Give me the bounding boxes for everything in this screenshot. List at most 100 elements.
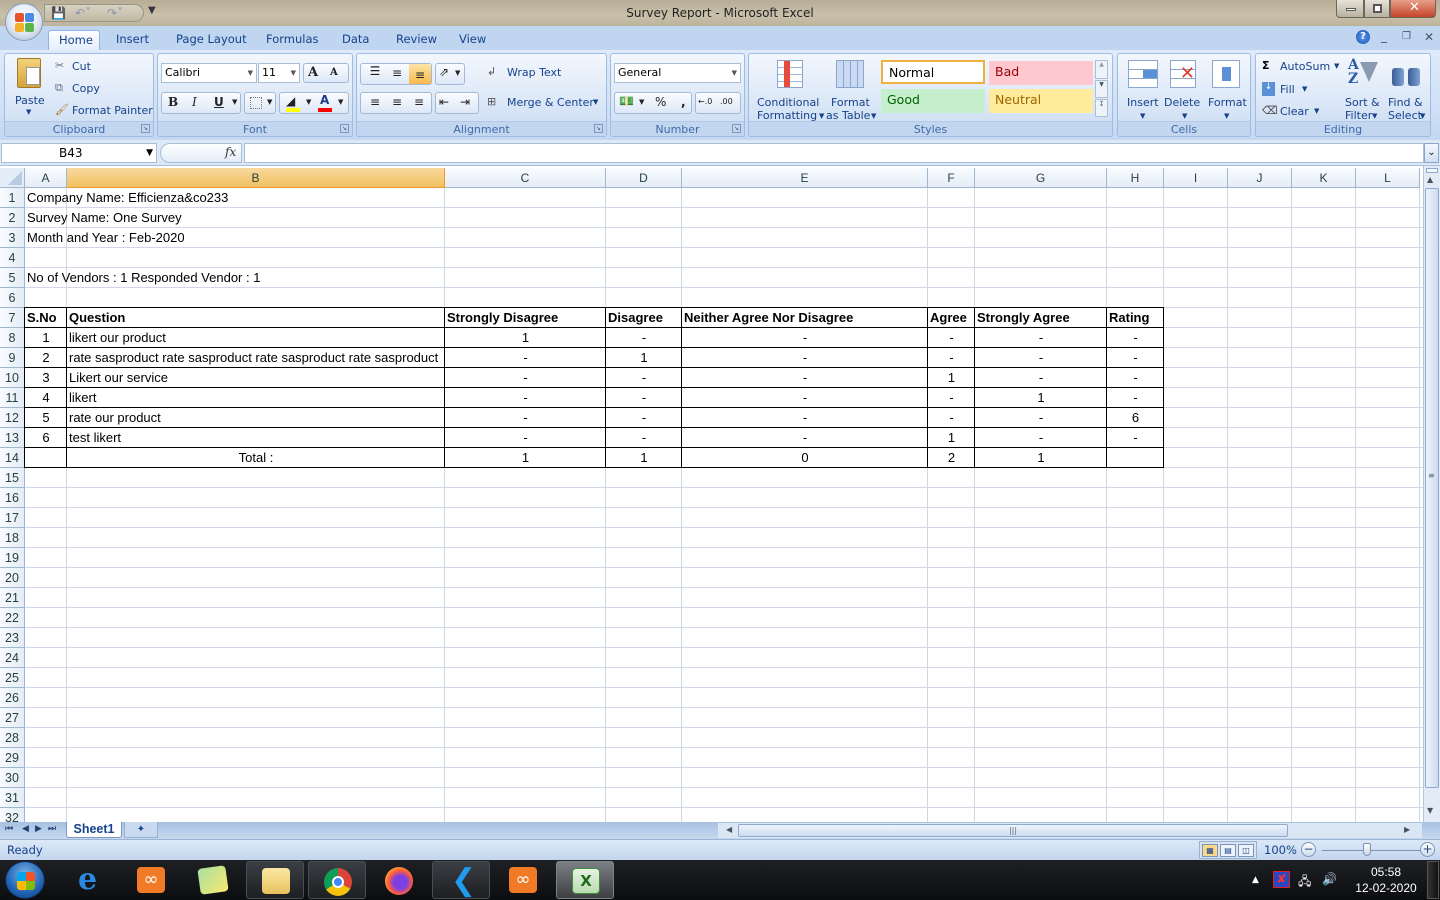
italic-button[interactable]: I xyxy=(192,95,197,109)
format-as-table-button[interactable]: Format as Table ▼ xyxy=(825,58,879,122)
font-launcher-icon[interactable]: ↘ xyxy=(340,124,349,133)
split-handle[interactable] xyxy=(1426,168,1438,173)
insert-function-button[interactable]: fx xyxy=(225,145,236,159)
taskbar-xampp[interactable]: ∞ xyxy=(122,861,180,899)
row-header-11[interactable]: 11 xyxy=(0,388,25,408)
customize-icon[interactable]: ▼ xyxy=(148,5,156,16)
table-cell[interactable]: 1 xyxy=(928,428,975,448)
number-format-select[interactable]: General ▼ xyxy=(614,63,741,83)
increase-indent-button[interactable]: ⇥ xyxy=(460,95,470,109)
cell-vendors[interactable]: No of Vendors : 1 Responded Vendor : 1 xyxy=(25,268,928,288)
start-button[interactable] xyxy=(5,861,45,899)
table-header-cell[interactable]: Strongly Disagree xyxy=(445,308,606,328)
table-cell[interactable]: - xyxy=(606,328,682,348)
column-header-b[interactable]: B xyxy=(67,168,445,188)
row-header-18[interactable]: 18 xyxy=(0,528,25,548)
table-cell[interactable]: - xyxy=(682,408,928,428)
zoom-slider[interactable] xyxy=(1363,843,1371,856)
clipboard-launcher-icon[interactable]: ↘ xyxy=(141,124,150,133)
total-cell[interactable]: 1 xyxy=(445,448,606,468)
table-cell[interactable]: 6 xyxy=(1107,408,1164,428)
table-cell[interactable]: 3 xyxy=(25,368,67,388)
spreadsheet-grid[interactable]: ABCDEFGHIJKL 1 2 3 4 5 6 7 8 9 10 11 12 13 14 15 16 17 18… xyxy=(0,168,1423,822)
cell-company-name[interactable]: Company Name: Efficienza&co233 xyxy=(25,188,928,208)
row-header-31[interactable]: 31 xyxy=(0,788,25,808)
decrease-indent-button[interactable]: ⇤ xyxy=(439,95,449,109)
insert-sheet-icon[interactable]: ✦ xyxy=(124,822,158,838)
question-cell[interactable]: rate our product xyxy=(67,408,445,428)
prev-sheet-icon[interactable]: ◀ xyxy=(22,824,29,834)
row-header-14[interactable]: 14 xyxy=(0,448,25,468)
row-header-12[interactable]: 12 xyxy=(0,408,25,428)
shrink-font-button[interactable]: A xyxy=(330,67,338,78)
table-cell[interactable]: - xyxy=(445,388,606,408)
taskbar-firefox[interactable] xyxy=(370,861,428,899)
row-header-23[interactable]: 23 xyxy=(0,628,25,648)
column-header-i[interactable]: I xyxy=(1164,168,1228,188)
table-header-cell[interactable]: Agree xyxy=(928,308,975,328)
tab-data[interactable]: Data xyxy=(332,30,379,50)
vertical-scrollbar[interactable]: ▲ ≡ ▼ xyxy=(1423,166,1440,822)
total-cell[interactable]: 2 xyxy=(928,448,975,468)
bold-button[interactable]: B xyxy=(168,95,178,109)
select-all-button[interactable] xyxy=(0,168,25,188)
chevron-down-icon[interactable]: ▼ xyxy=(306,98,311,106)
table-cell[interactable]: - xyxy=(682,368,928,388)
table-cell[interactable]: - xyxy=(445,428,606,448)
zoom-track[interactable] xyxy=(1322,850,1422,851)
column-header-e[interactable]: E xyxy=(682,168,928,188)
row-header-13[interactable]: 13 xyxy=(0,428,25,448)
vertical-scroll-thumb[interactable] xyxy=(1425,188,1439,788)
table-cell[interactable]: - xyxy=(928,408,975,428)
horizontal-scroll-thumb[interactable]: ||| xyxy=(738,824,1288,837)
row-header-3[interactable]: 3 xyxy=(0,228,25,248)
currency-button[interactable]: 💵 xyxy=(619,94,634,108)
table-cell[interactable]: - xyxy=(445,348,606,368)
row-header-24[interactable]: 24 xyxy=(0,648,25,668)
taskbar-vscode[interactable]: ❮ xyxy=(432,861,490,899)
zoom-in-icon[interactable]: + xyxy=(1420,842,1435,857)
column-header-a[interactable]: A xyxy=(25,168,67,188)
network-icon[interactable]: 🖧 xyxy=(1298,872,1311,893)
column-header-l[interactable]: L xyxy=(1356,168,1420,188)
zoom-level[interactable]: 100% xyxy=(1264,843,1297,857)
table-cell[interactable]: - xyxy=(682,328,928,348)
last-sheet-icon[interactable]: ⏭ xyxy=(48,824,56,834)
row-header-7[interactable]: 7 xyxy=(0,308,25,328)
table-header-cell[interactable]: Rating xyxy=(1107,308,1164,328)
styles-scroll-up[interactable]: ▲ xyxy=(1095,60,1108,79)
tab-review[interactable]: Review xyxy=(386,30,447,50)
table-header-cell[interactable]: Disagree xyxy=(606,308,682,328)
alignment-launcher-icon[interactable]: ↘ xyxy=(594,124,603,133)
row-header-26[interactable]: 26 xyxy=(0,688,25,708)
horizontal-scrollbar[interactable]: ◀ ||| ▶ xyxy=(718,823,1422,838)
row-header-6[interactable]: 6 xyxy=(0,288,25,308)
table-cell[interactable]: - xyxy=(1107,368,1164,388)
column-header-d[interactable]: D xyxy=(606,168,682,188)
align-right-button[interactable]: ≡ xyxy=(409,95,429,109)
help-icon[interactable]: ? xyxy=(1356,30,1370,44)
column-header-k[interactable]: K xyxy=(1292,168,1356,188)
row-header-30[interactable]: 30 xyxy=(0,768,25,788)
table-cell[interactable]: - xyxy=(1107,328,1164,348)
style-good[interactable]: Good xyxy=(881,89,985,113)
fill-color-icon[interactable]: ◢ xyxy=(286,94,300,112)
column-header-g[interactable]: G xyxy=(975,168,1107,188)
row-header-32[interactable]: 32 xyxy=(0,808,25,822)
table-cell[interactable]: 1 xyxy=(975,388,1107,408)
total-label-cell[interactable]: Total : xyxy=(67,448,445,468)
sort-filter-button[interactable]: AZ Sort & Filter ▼ xyxy=(1342,58,1382,122)
align-top-button[interactable]: ☰ xyxy=(365,64,385,78)
taskbar-chrome[interactable] xyxy=(308,861,366,899)
table-cell[interactable]: - xyxy=(606,408,682,428)
styles-more[interactable]: ↧ xyxy=(1095,99,1108,117)
table-cell[interactable]: 2 xyxy=(25,348,67,368)
first-sheet-icon[interactable]: ⏮ xyxy=(5,824,13,834)
paste-button[interactable]: Paste ▼ xyxy=(9,56,49,118)
table-header-cell[interactable]: S.No xyxy=(25,308,67,328)
question-cell[interactable]: Likert our service xyxy=(67,368,445,388)
style-normal[interactable]: Normal xyxy=(881,60,985,84)
decrease-decimal-button[interactable]: .00 xyxy=(720,97,733,106)
find-select-button[interactable]: Find & Select ▼ xyxy=(1384,58,1428,122)
table-cell[interactable]: - xyxy=(682,388,928,408)
